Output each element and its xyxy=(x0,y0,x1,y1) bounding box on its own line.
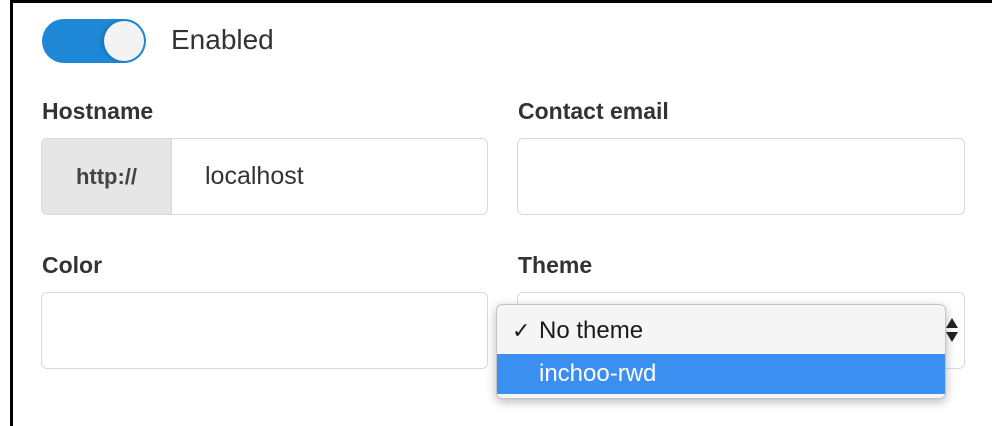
contact-email-field[interactable] xyxy=(517,138,965,215)
toggle-knob[interactable] xyxy=(104,21,144,61)
theme-option-inchoo-rwd[interactable]: inchoo-rwd xyxy=(497,354,945,394)
theme-dropdown-menu: ✓ No theme inchoo-rwd xyxy=(496,304,946,399)
frame-border-top xyxy=(10,0,992,3)
color-field[interactable] xyxy=(41,292,488,369)
hostname-prefix: http:// xyxy=(42,139,172,214)
enabled-toggle[interactable] xyxy=(42,19,146,63)
hostname-input-group[interactable]: http:// localhost xyxy=(41,138,488,215)
frame-border-left xyxy=(10,0,13,426)
option-label: No theme xyxy=(539,317,644,344)
select-arrows-icon[interactable] xyxy=(944,318,960,346)
arrow-up-icon xyxy=(946,318,958,328)
toggle-label: Enabled xyxy=(171,24,274,55)
arrow-down-icon xyxy=(946,332,958,342)
theme-label: Theme xyxy=(518,252,593,278)
contact-email-label: Contact email xyxy=(518,98,669,124)
hostname-input[interactable]: localhost xyxy=(205,139,304,214)
checkmark-icon: ✓ xyxy=(512,318,531,343)
option-label: inchoo-rwd xyxy=(539,360,657,387)
theme-option-no-theme[interactable]: ✓ No theme xyxy=(497,311,945,351)
color-label: Color xyxy=(42,252,103,278)
hostname-label: Hostname xyxy=(42,98,154,124)
